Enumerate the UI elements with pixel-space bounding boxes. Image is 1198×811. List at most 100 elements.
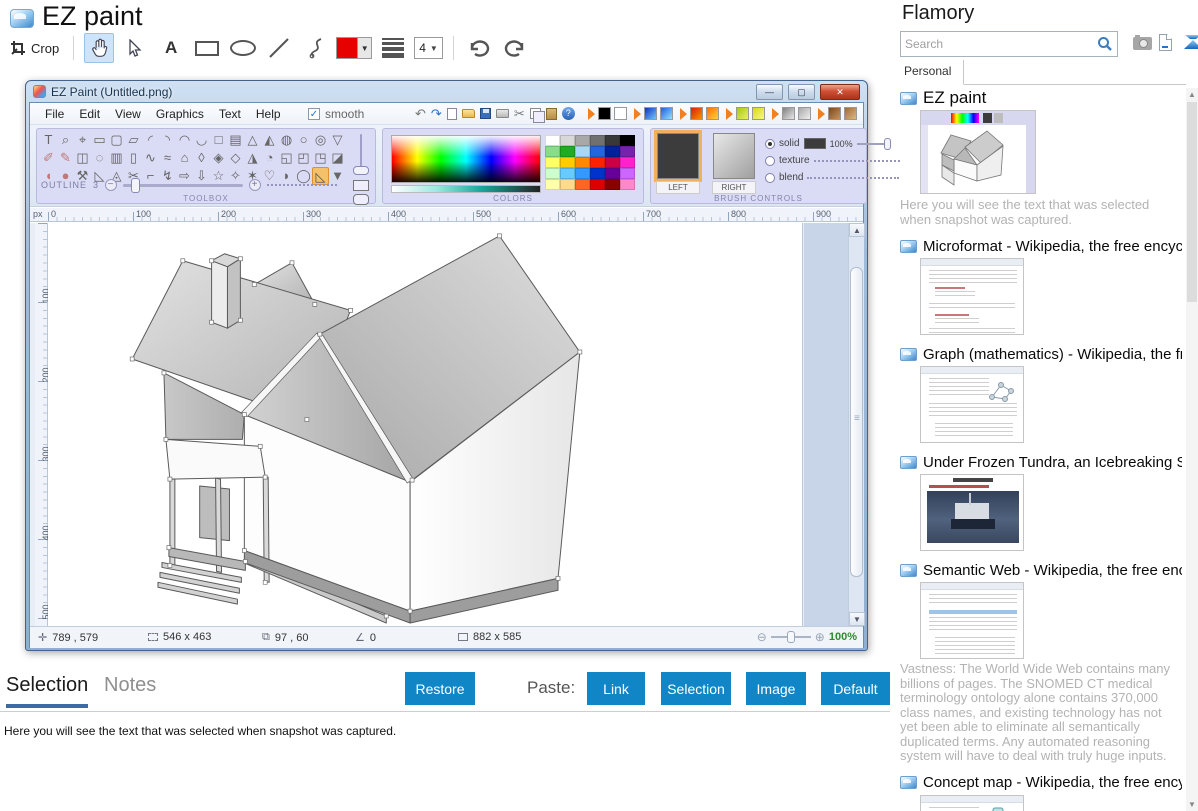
radio-icon[interactable]	[765, 173, 775, 183]
toolbox-tool[interactable]: ◫	[74, 149, 91, 167]
zoom-slider[interactable]	[771, 636, 811, 638]
radio-selected-icon[interactable]	[765, 139, 775, 149]
toolbox-tool[interactable]: ⌕	[57, 131, 74, 149]
search-box[interactable]	[900, 31, 1118, 57]
crop-button[interactable]: Crop	[6, 33, 63, 63]
left-color-swatch[interactable]	[657, 133, 699, 179]
redo-icon[interactable]: ↷	[431, 106, 442, 122]
palette-color[interactable]	[605, 146, 620, 157]
palette-color[interactable]	[620, 168, 635, 179]
palette-color[interactable]	[590, 179, 605, 190]
print-icon[interactable]	[496, 109, 509, 118]
palette-color[interactable]	[590, 135, 605, 146]
toolbox-tool[interactable]: ◳	[312, 149, 329, 167]
undo-icon[interactable]: ↶	[415, 106, 426, 122]
sidebar-scrollbar[interactable]: ▲ ▼	[1186, 88, 1198, 811]
palette-color[interactable]	[545, 179, 560, 190]
undo-button[interactable]	[464, 33, 494, 63]
list-item[interactable]: Microformat - Wikipedia, the free encycl…	[900, 236, 1182, 335]
palette-color[interactable]	[545, 168, 560, 179]
gradient-preset-swatch[interactable]	[828, 107, 841, 120]
camera-icon[interactable]	[1133, 37, 1152, 50]
smooth-toggle[interactable]: ✓ smooth	[308, 107, 364, 121]
palette-color[interactable]	[590, 168, 605, 179]
toolbox-tool[interactable]: ◎	[312, 131, 329, 149]
gradient-preset-swatch[interactable]	[798, 107, 811, 120]
toolbox-tool[interactable]: ▱	[125, 131, 142, 149]
toolbox-tool[interactable]: ◰	[295, 149, 312, 167]
toolbox-tool[interactable]: ◪	[329, 149, 346, 167]
toolbox-tool[interactable]: ▢	[108, 131, 125, 149]
pan-tool-button[interactable]	[84, 33, 114, 63]
document-icon[interactable]	[1159, 34, 1172, 51]
palette-color[interactable]	[605, 179, 620, 190]
curve-tool-button[interactable]	[300, 33, 330, 63]
scrollbar-thumb[interactable]	[850, 267, 863, 577]
restore-button[interactable]: Restore	[405, 672, 475, 705]
toolbox-tool[interactable]: ⌖	[74, 131, 91, 149]
toolbox-tool[interactable]: ✐	[40, 149, 57, 167]
opacity-slider[interactable]	[857, 143, 891, 145]
cut-icon[interactable]: ✂	[514, 106, 525, 122]
text-tool-button[interactable]: A	[156, 33, 186, 63]
toolbox-slider-knob[interactable]	[353, 166, 369, 175]
toolbox-tool[interactable]: ◊	[193, 149, 210, 167]
color-dropdown-arrow[interactable]: ▼	[357, 38, 371, 58]
list-item[interactable]: EZ paint	[900, 88, 1182, 227]
list-item[interactable]: Under Frozen Tundra, an Icebreaking Ship…	[900, 452, 1182, 551]
toolbox-tool[interactable]: ○	[295, 131, 312, 149]
toolbox-tool[interactable]: ◌	[91, 149, 108, 167]
palette-color[interactable]	[620, 179, 635, 190]
palette-color[interactable]	[560, 135, 575, 146]
rectangle-tool-button[interactable]	[192, 33, 222, 63]
outline-plus-button[interactable]: +	[249, 179, 261, 191]
toolbox-tool[interactable]: ◈	[210, 149, 227, 167]
gradient-preset-swatch[interactable]	[782, 107, 795, 120]
palette-color[interactable]	[560, 146, 575, 157]
toolbox-tool[interactable]: ∿	[142, 149, 159, 167]
toolbox-tool[interactable]: ◔	[261, 149, 278, 167]
list-item[interactable]: Semantic Web - Wikipedia, the free encyc…	[900, 560, 1182, 764]
toolbox-tool[interactable]: ◭	[261, 131, 278, 149]
toolbox-tool[interactable]: ▯	[125, 149, 142, 167]
palette-color[interactable]	[545, 146, 560, 157]
gradient-preset-swatch[interactable]	[644, 107, 657, 120]
outline-slider[interactable]	[123, 184, 243, 187]
toolbox-tool[interactable]: ▭	[91, 131, 108, 149]
snapshot-thumbnail[interactable]	[920, 110, 1036, 194]
palette-color[interactable]	[560, 179, 575, 190]
toolbox-tool[interactable]: T	[40, 131, 57, 149]
redo-button[interactable]	[500, 33, 530, 63]
drawing-canvas[interactable]	[48, 223, 803, 626]
toolbox-tool[interactable]: ▽	[329, 131, 346, 149]
palette-color[interactable]	[605, 157, 620, 168]
radio-icon[interactable]	[765, 156, 775, 166]
list-item[interactable]: Graph (mathematics) - Wikipedia, the fre…	[900, 344, 1182, 443]
line-width-button[interactable]	[378, 33, 408, 63]
solid-color-swatch[interactable]	[804, 138, 826, 149]
color-value-strip[interactable]	[391, 185, 541, 193]
toolbox-tool[interactable]: ⌂	[176, 149, 193, 167]
maximize-button[interactable]: ▢	[788, 84, 815, 100]
window-titlebar[interactable]: EZ Paint (Untitled.png) — ▢ ✕	[29, 81, 864, 102]
gradient-preset-swatch[interactable]	[614, 107, 627, 120]
toolbox-tool[interactable]: ◍	[278, 131, 295, 149]
toolbox-tool[interactable]: ◡	[193, 131, 210, 149]
paste-selection-button[interactable]: Selection	[661, 672, 731, 705]
rect-style-button[interactable]	[353, 180, 369, 191]
scroll-up-arrow[interactable]: ▲	[849, 223, 865, 237]
toolbox-tool[interactable]: ◮	[244, 149, 261, 167]
palette-color[interactable]	[605, 168, 620, 179]
flamory-logo-icon[interactable]	[1182, 33, 1198, 51]
scroll-down-arrow[interactable]: ▼	[849, 612, 865, 626]
zoom-in-icon[interactable]: ⊕	[815, 630, 825, 644]
snapshot-thumbnail[interactable]	[920, 795, 1024, 811]
snapshot-thumbnail[interactable]	[920, 366, 1024, 443]
search-icon[interactable]	[1097, 36, 1113, 52]
texture-option[interactable]: texture	[765, 152, 900, 169]
scrollbar-thumb[interactable]	[1187, 102, 1197, 302]
menu-view[interactable]: View	[115, 107, 141, 121]
palette-color[interactable]	[590, 157, 605, 168]
palette-color[interactable]	[575, 135, 590, 146]
toolbox-tool[interactable]: □	[210, 131, 227, 149]
